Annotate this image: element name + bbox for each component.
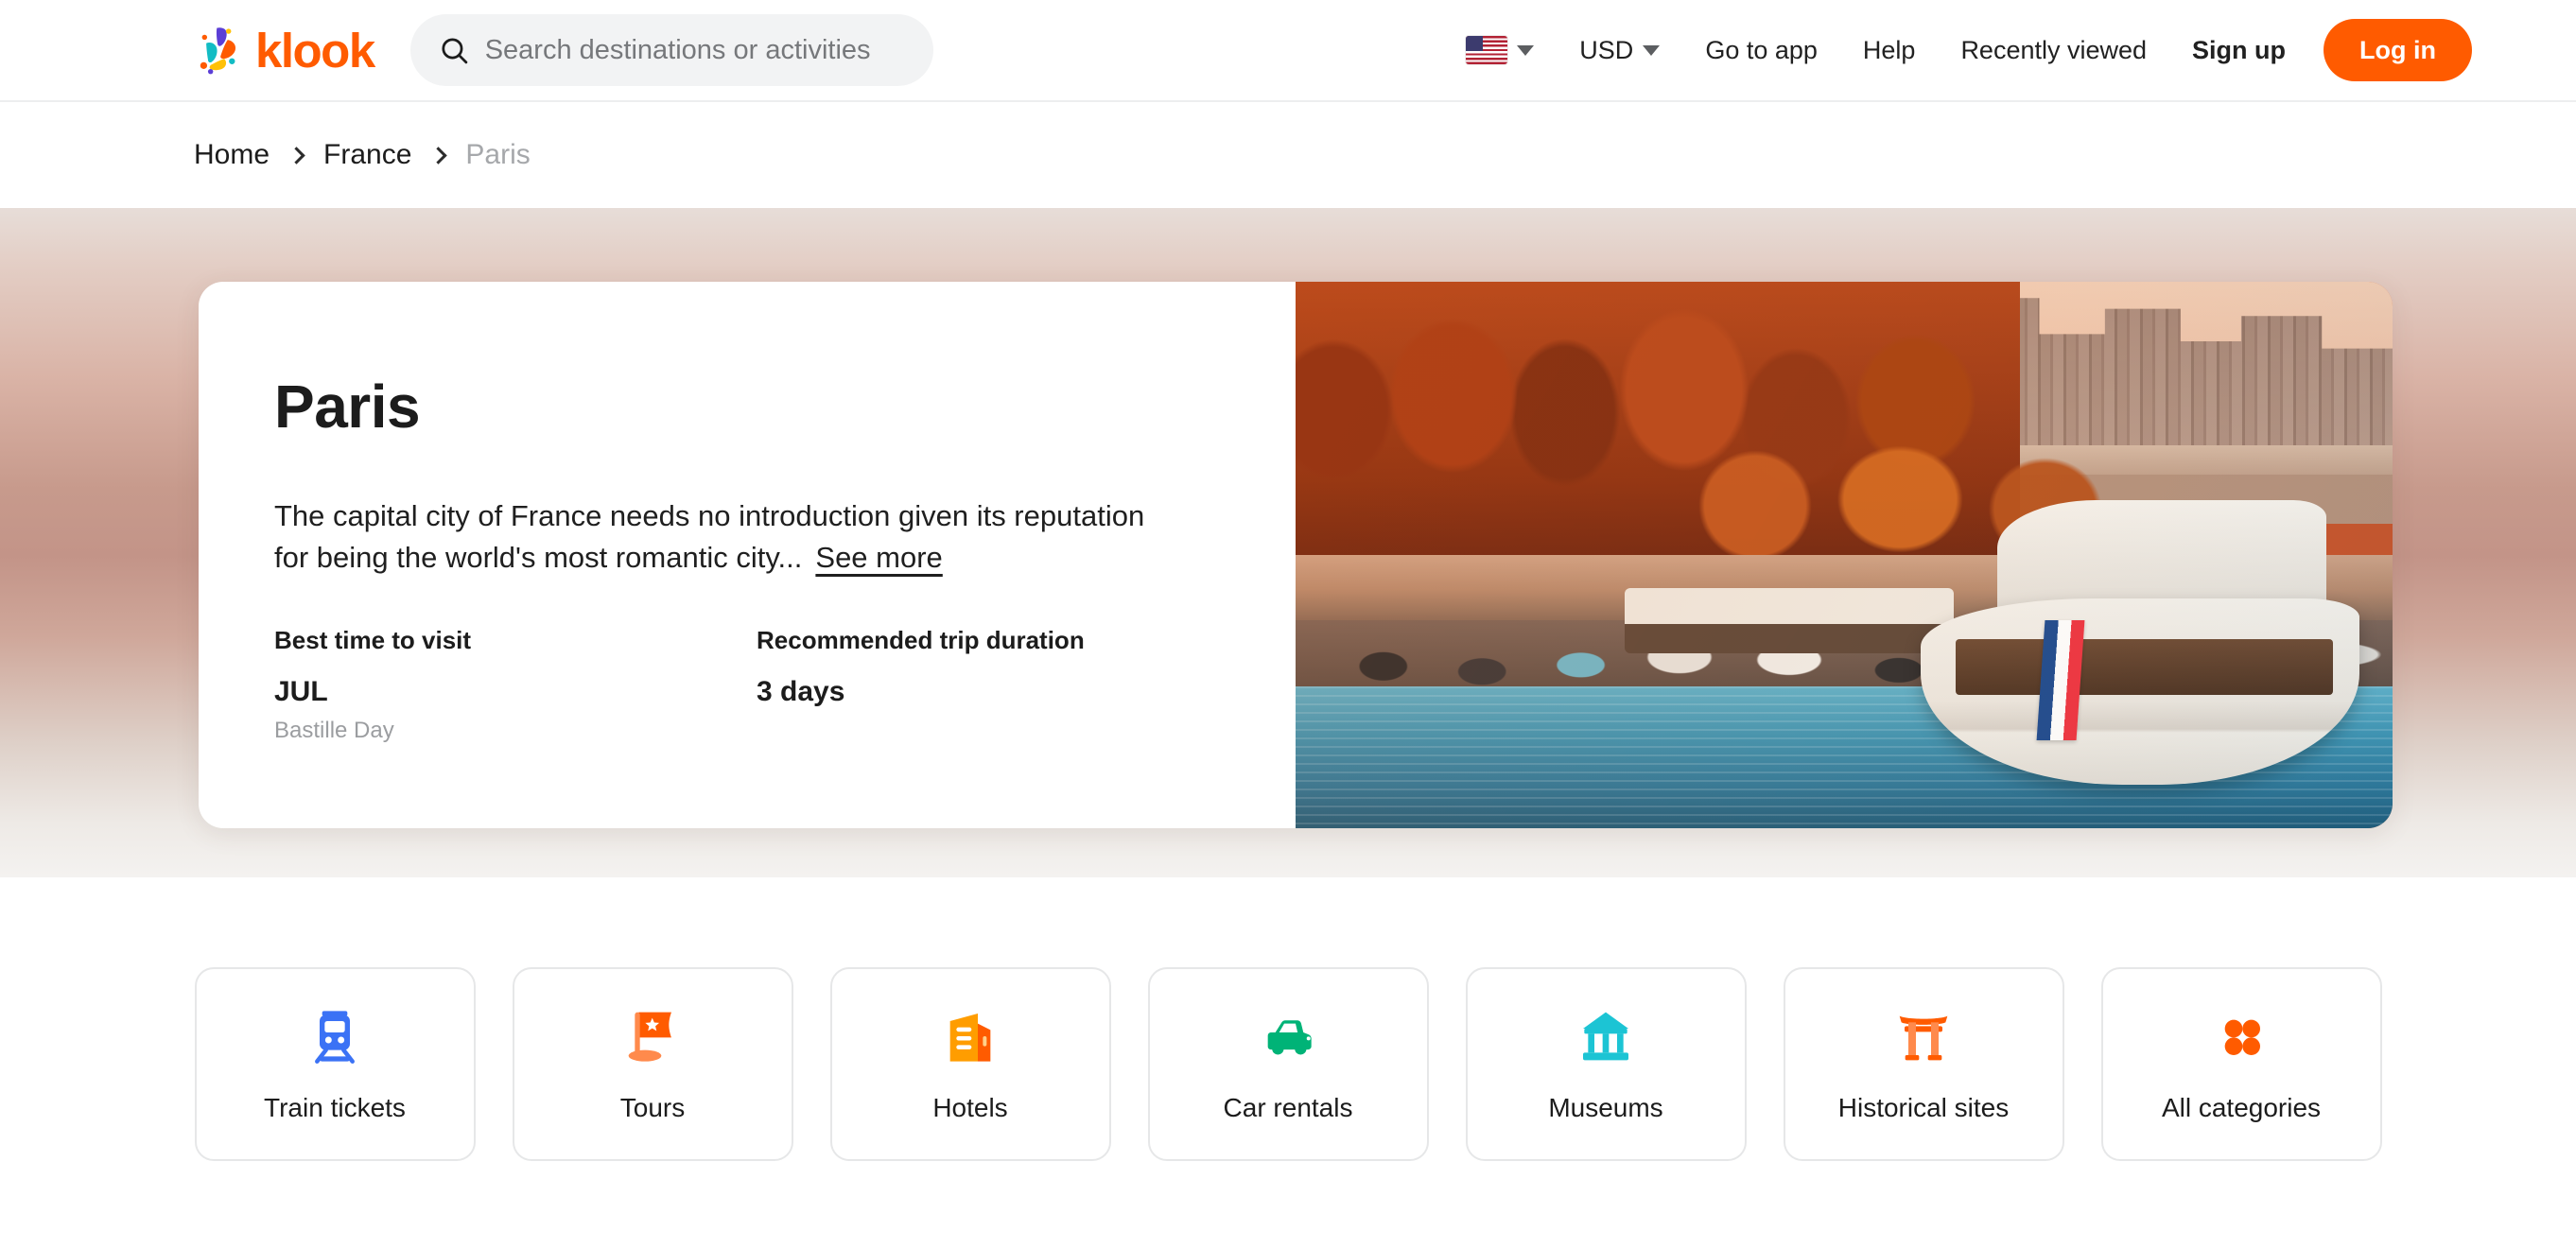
destination-description-text: The capital city of France needs no intr… [274, 499, 1145, 575]
chevron-down-icon [1517, 44, 1535, 56]
chevron-right-icon [429, 146, 448, 165]
destination-description: The capital city of France needs no intr… [274, 495, 1154, 579]
flag-star-icon [628, 1012, 671, 1062]
category-card-all-categories[interactable]: All categories [2100, 967, 2382, 1161]
category-label: Train tickets [264, 1092, 406, 1122]
fact-label: Best time to visit [274, 626, 472, 655]
hotel-building-icon [949, 1013, 991, 1062]
destination-photo [1296, 282, 2393, 828]
car-icon [1267, 1019, 1312, 1054]
log-in-button[interactable]: Log in [2324, 19, 2472, 81]
see-more-link[interactable]: See more [815, 541, 942, 574]
logo[interactable]: klook [189, 23, 375, 78]
search-icon [442, 37, 467, 63]
us-flag-icon [1466, 36, 1508, 64]
destination-facts: Best time to visit JUL Bastille Day Reco… [274, 626, 1296, 744]
museum-icon [1583, 1012, 1628, 1060]
category-card-museums[interactable]: Museums [1465, 967, 1747, 1161]
french-flag-icon [2036, 620, 2084, 741]
sign-up-link[interactable]: Sign up [2169, 36, 2308, 65]
category-card-historical-sites[interactable]: Historical sites [1783, 967, 2064, 1161]
logo-wordmark: klook [255, 23, 375, 78]
header-nav: USD Go to app Help Recently viewed Sign … [1443, 19, 2472, 81]
search-input[interactable]: Search destinations or activities [409, 14, 933, 86]
category-label: Museums [1548, 1092, 1663, 1122]
destination-hero-card: Paris The capital city of France needs n… [199, 282, 2393, 828]
klook-pinwheel-logo-icon [200, 27, 236, 75]
language-selector[interactable] [1443, 36, 1557, 64]
site-header: klook Search destinations or activities … [0, 0, 2576, 102]
fact-label: Recommended trip duration [757, 626, 1085, 655]
fact-value: 3 days [757, 676, 845, 708]
category-label: All categories [2161, 1092, 2322, 1122]
chevron-down-icon [1643, 44, 1661, 56]
currency-label: USD [1579, 35, 1634, 64]
fact-sub: Bastille Day [274, 718, 394, 744]
category-label: Historical sites [1837, 1092, 2010, 1122]
destination-info: Paris The capital city of France needs n… [199, 282, 1296, 828]
fact-best-time-to-visit: Best time to visit JUL Bastille Day [274, 626, 757, 744]
category-label: Car rentals [1223, 1092, 1353, 1122]
category-shortcuts: Train tickets Tours Hotels Car rentals M… [0, 877, 2576, 1161]
breadcrumb-item-paris: Paris [465, 139, 531, 170]
category-card-train-tickets[interactable]: Train tickets [194, 967, 476, 1161]
nav-recently-viewed[interactable]: Recently viewed [1938, 36, 2169, 65]
sign-up-label: Sign up [2192, 35, 2287, 64]
breadcrumb: Home France Paris [0, 102, 2576, 208]
nav-help[interactable]: Help [1840, 36, 1939, 65]
nav-link-label: Go to app [1705, 35, 1818, 64]
category-label: Tours [619, 1092, 686, 1122]
fact-value: JUL [274, 676, 328, 708]
torii-gate-icon [1899, 1015, 1948, 1060]
breadcrumb-item-home[interactable]: Home [194, 139, 270, 171]
category-card-tours[interactable]: Tours [512, 967, 793, 1161]
breadcrumb-item-france[interactable]: France [323, 139, 411, 171]
train-icon [315, 1010, 355, 1064]
fact-trip-duration: Recommended trip duration 3 days [757, 626, 1239, 744]
page-title: Paris [274, 373, 421, 441]
chevron-right-icon [287, 146, 305, 165]
category-card-hotels[interactable]: Hotels [829, 967, 1111, 1161]
photo-barge [1625, 587, 1954, 654]
currency-selector[interactable]: USD [1557, 36, 1682, 65]
nav-link-label: Help [1862, 35, 1916, 64]
category-label: Hotels [932, 1092, 1008, 1122]
hero-section: Paris The capital city of France needs n… [0, 208, 2576, 877]
search-placeholder: Search destinations or activities [484, 34, 871, 65]
nav-link-label: Recently viewed [1960, 35, 2148, 64]
grid-dots-icon [2224, 1019, 2260, 1055]
category-card-car-rentals[interactable]: Car rentals [1147, 967, 1429, 1161]
nav-go-to-app[interactable]: Go to app [1682, 36, 1840, 65]
